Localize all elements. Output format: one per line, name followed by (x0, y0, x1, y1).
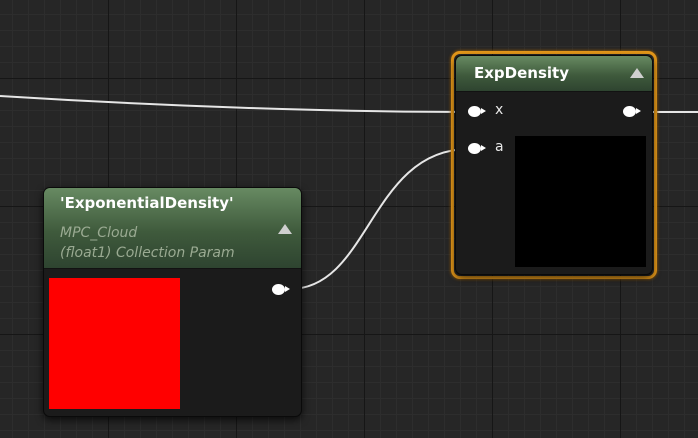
input-pin-x[interactable] (468, 106, 486, 117)
param-node-header[interactable]: 'ExponentialDensity' MPC_Cloud (float1) … (44, 188, 301, 269)
wire-param-to-a[interactable] (289, 148, 470, 290)
collapse-arrow-icon[interactable] (278, 224, 292, 234)
input-pin-a-label: a (495, 139, 504, 155)
input-pin-a[interactable] (468, 143, 486, 154)
param-preview-swatch (49, 278, 180, 409)
exp-node-title: ExpDensity (474, 64, 569, 82)
wire-incoming-to-x[interactable] (0, 95, 470, 113)
param-node-title: 'ExponentialDensity' (60, 194, 234, 212)
param-node-type: (float1) Collection Param (60, 245, 235, 261)
output-pin[interactable] (623, 106, 641, 117)
output-pin[interactable] (272, 284, 290, 295)
collapse-arrow-icon[interactable] (630, 68, 644, 78)
expdensity-node[interactable]: ExpDensity x a (455, 55, 653, 275)
collection-param-node[interactable]: 'ExponentialDensity' MPC_Cloud (float1) … (43, 187, 302, 417)
exp-node-header[interactable]: ExpDensity (456, 56, 652, 92)
param-node-collection: MPC_Cloud (60, 225, 138, 241)
input-pin-x-label: x (495, 102, 504, 118)
exp-preview-swatch (515, 136, 646, 267)
